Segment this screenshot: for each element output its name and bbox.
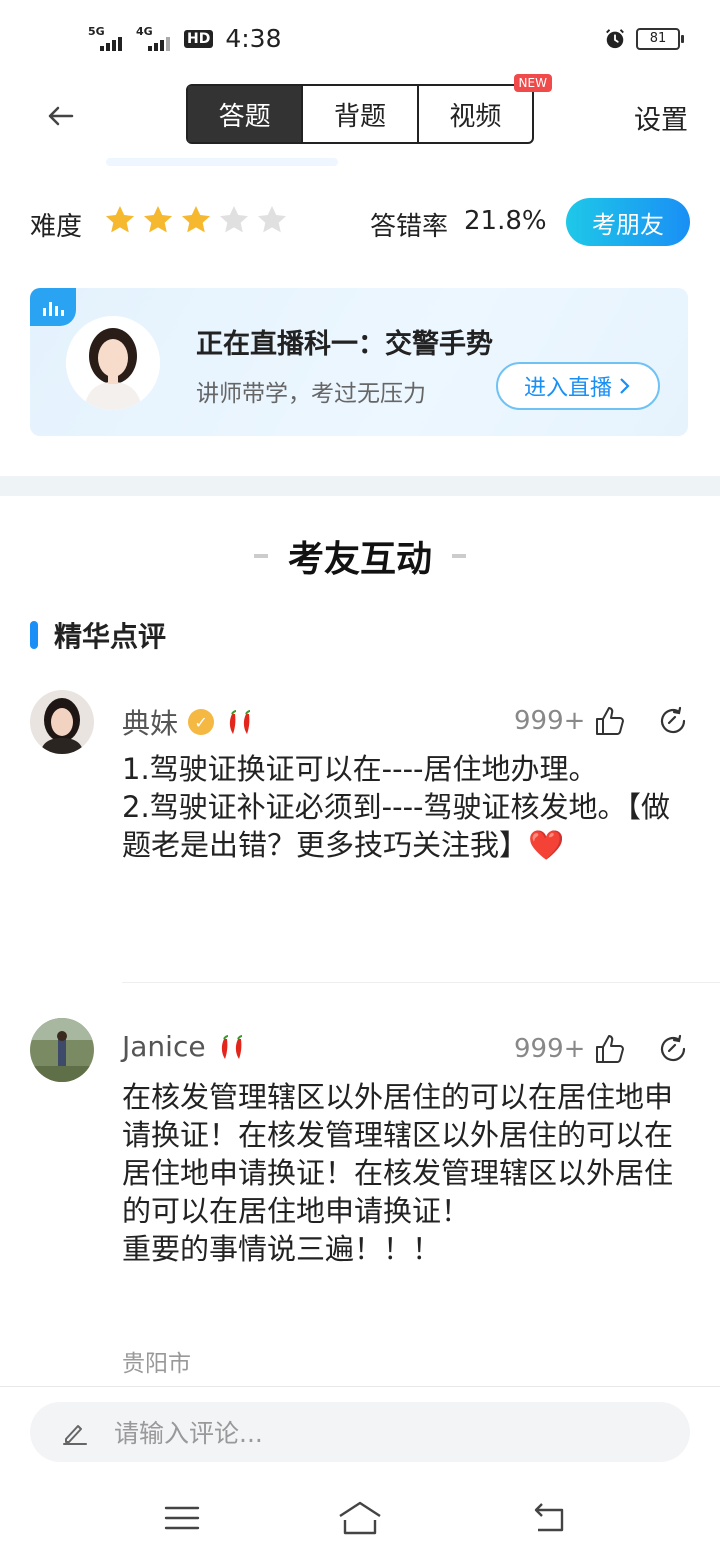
difficulty-row: 难度 答错率 21.8% 考朋友 bbox=[0, 192, 720, 252]
input-separator bbox=[0, 1386, 720, 1387]
share-icon[interactable] bbox=[656, 704, 690, 738]
section-heading: 考友互动 bbox=[0, 530, 720, 582]
section-separator bbox=[0, 476, 720, 496]
new-badge: NEW bbox=[513, 74, 552, 92]
ask-friend-button[interactable]: 考朋友 bbox=[566, 198, 690, 246]
signal-4g-icon: 4G bbox=[136, 25, 176, 53]
star-filled-icon bbox=[144, 206, 172, 233]
tab-video[interactable]: 视频 NEW bbox=[419, 74, 552, 142]
subsection-heading: 精华点评 bbox=[30, 618, 167, 653]
comment-text: 在核发管理辖区以外居住的可以在居住地申请换证！在核发管理辖区以外居住的可以在居住… bbox=[122, 1080, 674, 1266]
avatar[interactable] bbox=[30, 690, 94, 754]
comment-author[interactable]: 典妹 ✓ bbox=[122, 702, 258, 742]
lecturer-avatar bbox=[66, 316, 160, 410]
like-button[interactable]: 999+ bbox=[514, 704, 627, 738]
comment-location: 贵阳市 bbox=[122, 1351, 191, 1377]
comment-item: Janice 999+ 在核发管理辖区以外居住的可以在居住地申请换证！在核发管理… bbox=[0, 1018, 720, 1378]
alarm-icon bbox=[606, 29, 624, 49]
pencil-icon bbox=[63, 1425, 87, 1445]
tab-video-label: 视频 bbox=[449, 101, 502, 132]
difficulty-stars bbox=[104, 204, 288, 236]
chili-icon bbox=[221, 1034, 242, 1059]
tab-memorize[interactable]: 背题 bbox=[303, 86, 419, 142]
comment-text: 1.驾驶证换证可以在----居住地办理。 2.驾驶证补证必须到----驾驶证核发… bbox=[122, 752, 671, 862]
comment-item: 典妹 ✓ 999+ 1.驾驶证换证可以在----居住地办理。 2.驾驶证补证必须… bbox=[0, 690, 720, 950]
error-rate-value: 21.8% bbox=[464, 206, 547, 236]
live-banner[interactable]: 正在直播科一：交警手势 讲师带学，考过无压力 进入直播 bbox=[30, 288, 688, 436]
comment-placeholder: 请输入评论... bbox=[114, 1419, 263, 1448]
status-bar: 5G 4G HD 4:38 81 bbox=[0, 0, 720, 80]
verified-icon: ✓ bbox=[188, 709, 215, 735]
enter-live-label: 进入直播 bbox=[523, 376, 612, 401]
clock: 4:38 bbox=[225, 24, 282, 53]
system-nav-bar bbox=[0, 1480, 720, 1560]
back-arrow-icon[interactable] bbox=[40, 94, 84, 138]
back-icon[interactable] bbox=[526, 1498, 570, 1538]
comment-divider bbox=[122, 982, 720, 983]
star-filled-icon bbox=[182, 206, 210, 233]
chili-icon bbox=[229, 710, 251, 734]
star-empty-icon bbox=[258, 206, 286, 233]
signal-5g-icon: 5G bbox=[88, 25, 128, 53]
share-icon[interactable] bbox=[656, 1032, 690, 1066]
battery-icon: 81 bbox=[636, 28, 684, 50]
author-name: Janice bbox=[122, 1030, 206, 1063]
star-empty-icon bbox=[220, 206, 248, 233]
author-name: 典妹 bbox=[122, 707, 179, 740]
menu-icon[interactable] bbox=[160, 1498, 204, 1538]
like-count: 999+ bbox=[514, 706, 586, 736]
home-icon[interactable] bbox=[336, 1498, 384, 1538]
comment-input[interactable]: 请输入评论... bbox=[30, 1402, 690, 1462]
settings-button[interactable]: 设置 bbox=[634, 98, 688, 137]
like-button[interactable]: 999+ bbox=[514, 1032, 627, 1066]
mode-tabs: 答题 背题 视频 NEW bbox=[186, 74, 552, 144]
error-rate-label: 答错率 bbox=[370, 212, 449, 242]
thumbs-up-icon bbox=[596, 707, 625, 735]
star-filled-icon bbox=[106, 206, 134, 233]
live-title: 正在直播科一：交警手势 bbox=[196, 329, 493, 360]
tab-answer[interactable]: 答题 bbox=[188, 86, 304, 142]
live-subtitle: 讲师带学，考过无压力 bbox=[196, 381, 426, 407]
comment-author[interactable]: Janice bbox=[122, 1030, 250, 1063]
top-nav: 答题 背题 视频 NEW 设置 bbox=[0, 74, 720, 150]
like-count: 999+ bbox=[514, 1034, 586, 1064]
subsection-title: 精华点评 bbox=[54, 620, 167, 653]
hd-voice-icon: HD bbox=[184, 29, 214, 48]
enter-live-button[interactable]: 进入直播 bbox=[496, 362, 660, 410]
section-title: 考友互动 bbox=[287, 539, 432, 580]
header-decoration bbox=[106, 158, 338, 166]
thumbs-up-icon bbox=[596, 1035, 625, 1063]
chevron-right-icon bbox=[620, 378, 630, 394]
avatar[interactable] bbox=[30, 1018, 94, 1082]
live-bars-icon bbox=[30, 288, 76, 326]
difficulty-label: 难度 bbox=[30, 212, 83, 242]
